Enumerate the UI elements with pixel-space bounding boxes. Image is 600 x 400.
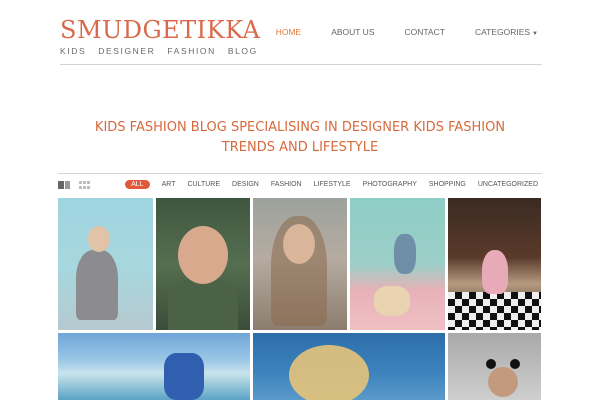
post-thumbnail[interactable]	[448, 198, 541, 330]
filter-lifestyle[interactable]: LIFESTYLE	[314, 181, 351, 188]
nav-categories-label: CATEGORIES	[474, 27, 531, 37]
filter-culture[interactable]: CULTURE	[187, 181, 220, 188]
header-divider	[60, 64, 542, 65]
filter-all[interactable]: ALL	[125, 180, 150, 189]
filter-fashion[interactable]: FASHION	[271, 181, 302, 188]
post-thumbnail[interactable]	[58, 333, 250, 400]
post-thumbnail[interactable]	[350, 198, 445, 330]
nav-about-us[interactable]: ABOUT US	[331, 27, 374, 37]
tagline-line-1: KIDS FASHION BLOG SPECIALISING IN DESIGN…	[94, 120, 506, 135]
post-thumbnail[interactable]	[253, 198, 347, 330]
category-filters: ALL ART CULTURE DESIGN FASHION LIFESTYLE…	[125, 180, 538, 189]
list-view-icon[interactable]	[58, 181, 71, 190]
filter-uncategorized[interactable]: UNCATEGORIZED	[478, 181, 538, 188]
post-thumbnail[interactable]	[253, 333, 445, 400]
site-logo[interactable]: SMUDGETIKKA KIDS DESIGNER FASHION BLOG	[60, 16, 260, 56]
filter-design[interactable]: DESIGN	[232, 181, 259, 188]
tagline-divider	[58, 173, 542, 174]
site-tagline: KIDS FASHION BLOG SPECIALISING IN DESIGN…	[0, 118, 600, 158]
logo-subtitle: KIDS DESIGNER FASHION BLOG	[60, 46, 258, 56]
main-nav: HOME ABOUT US CONTACT CATEGORIES ▼	[246, 27, 538, 37]
caret-down-icon: ▼	[532, 31, 538, 37]
tagline-line-2: TRENDS AND LIFESTYLE	[221, 140, 379, 155]
post-thumbnail[interactable]	[58, 198, 153, 330]
post-thumbnail[interactable]	[156, 198, 250, 330]
logo-title: SMUDGETIKKA	[60, 16, 261, 44]
nav-categories[interactable]: CATEGORIES ▼	[475, 27, 538, 37]
post-thumbnail[interactable]	[448, 333, 541, 400]
grid-view-icon[interactable]	[79, 181, 92, 190]
filter-photography[interactable]: PHOTOGRAPHY	[363, 181, 417, 188]
filter-shopping[interactable]: SHOPPING	[429, 181, 466, 188]
view-toggle	[58, 181, 92, 190]
nav-home[interactable]: HOME	[276, 27, 302, 37]
nav-contact[interactable]: CONTACT	[404, 27, 444, 37]
filter-art[interactable]: ART	[162, 181, 176, 188]
